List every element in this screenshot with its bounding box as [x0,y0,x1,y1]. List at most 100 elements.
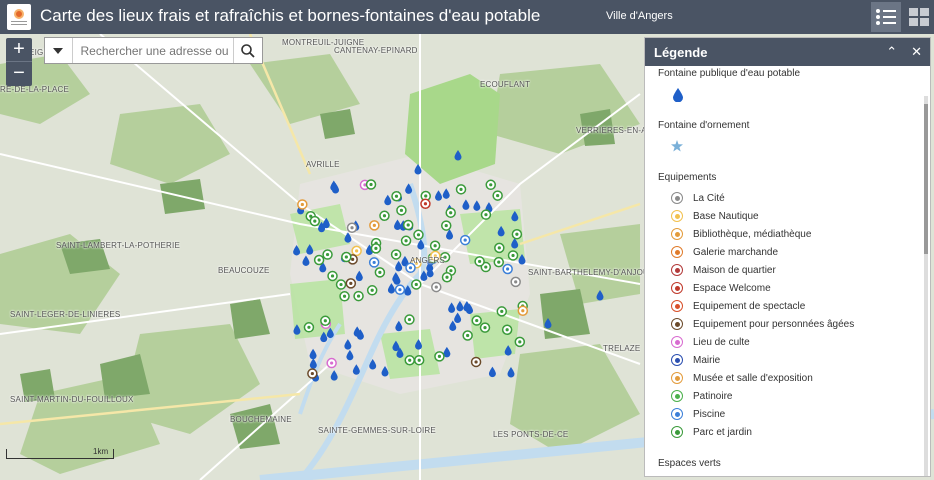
equipment-marker-dot [466,333,470,338]
legend-fontaine-ornement: Fontaine d'ornement [658,120,750,131]
equipment-icon [671,192,683,204]
equipment-icon [671,228,683,240]
place-label: BEAUCOUZE [218,266,270,275]
equipment-marker-dot [407,317,412,322]
equipment-marker-dot [496,193,500,198]
legend-item: Mairie [671,352,720,368]
equipment-marker-dot [408,266,413,270]
equipment-marker-dot [489,183,493,187]
equipment-marker-dot [423,202,428,206]
legend-item: La Cité [671,190,725,206]
equipment-marker-dot [511,253,515,258]
place-label: RE-DE-LA-PLACE [0,85,70,94]
equipment-marker-dot [433,244,437,248]
legend-item: Galerie marchande [671,244,778,260]
legend-item-label: Musée et salle d'exposition [693,372,813,384]
place-label: SAINT-LEGER-DE-LINIERES [10,310,121,319]
search-input[interactable] [72,43,233,58]
equipment-marker-dot [313,219,317,223]
legend-item: Piscine [671,406,725,422]
equipment-marker-dot [355,249,359,253]
equipment-marker-dot [505,328,509,332]
legend-item-label: Equipement de spectacle [693,300,806,312]
equipment-marker-dot [408,358,412,362]
basemap-gallery-button[interactable] [904,2,934,32]
equipment-icon [671,408,683,420]
legend-scroll-thumb[interactable] [924,104,928,254]
equipment-marker-dot [369,182,373,187]
legend-panel: Légende ⌃ ✕ Fontaine publique d'eau pota… [644,37,931,477]
legend-item-label: Base Nautique [693,210,759,222]
legend-scrollbar[interactable] [924,96,928,476]
place-label: ANGERS [410,256,445,265]
legend-item-label: Patinoire [693,390,733,402]
zoom-control[interactable]: + − [6,38,32,86]
search-widget[interactable] [44,37,263,64]
legend-item-label: Galerie marchande [693,246,779,258]
search-icon [240,43,255,58]
equipment-icon [671,336,683,348]
place-label: CANTENAY-EPINARD [334,46,418,55]
equipment-marker-dot [437,354,442,358]
equipment-marker-dot [414,282,418,287]
fountain-marker[interactable] [507,366,515,378]
equipment-marker-dot [449,269,453,273]
equipment-marker-dot [325,252,330,257]
legend-item-label: La Cité [693,192,725,204]
equipment-marker-dot [372,223,376,227]
page-title: Carte des lieux frais et rafraîchis et b… [40,6,541,25]
equipment-marker-dot [406,223,410,227]
grid-icon [909,8,929,26]
legend-title: Légende [654,44,708,60]
legend-item: Lieu de culte [671,334,750,350]
search-button[interactable] [232,38,262,63]
zoom-in-button[interactable]: + [6,38,32,62]
legend-item: Musée et salle d'exposition [671,370,813,386]
legend-item: Parc et jardin [671,424,752,440]
legend-item-label: Lieu de culte [693,336,750,348]
equipment-marker-dot [317,258,321,262]
legend-fontaine-publique: Fontaine publique d'eau potable [658,68,801,79]
legend-toggle-button[interactable] [871,2,901,32]
equipment-icon [671,372,683,384]
equipment-marker-dot [382,214,387,218]
equipment-marker-dot [330,274,335,278]
equipment-marker-dot [497,260,501,264]
equipment-marker-dot [449,211,453,215]
legend-body[interactable]: Fontaine publique d'eau potable Fontaine… [645,66,930,476]
scale-label: 1km [93,447,109,456]
equipment-marker-dot [475,318,479,323]
equipment-marker-dot [300,202,304,207]
caret-down-icon [53,47,64,54]
equipment-marker-dot [483,326,487,330]
equipment-marker-dot [307,325,311,329]
equipment-icon [671,426,683,438]
legend-close-button[interactable]: ✕ [911,44,922,60]
legend-espaces-verts: Espaces verts [658,458,721,469]
equipment-marker-dot [506,267,510,271]
place-label: SAINT-MARTIN-DU-FOUILLOUX [10,395,134,404]
equipment-marker-dot [398,288,402,292]
legend-item: Equipement pour personnées âgées [671,316,854,332]
equipment-marker-dot [372,260,376,265]
place-label: AVRILLE [306,160,340,169]
legend-item-label: Espace Welcome [693,282,771,294]
legend-item: Base Nautique [671,208,759,224]
equipment-marker-dot [342,294,347,298]
zoom-out-button[interactable]: − [6,62,32,86]
equipment-icon [671,390,683,402]
equipment-marker-dot [378,270,382,274]
equipment-marker-dot [399,208,404,212]
legend-equipements-title: Equipements [658,172,717,183]
equipment-marker-dot [344,255,348,259]
legend-collapse-button[interactable]: ⌃ [886,44,897,60]
equipment-marker-dot [374,246,378,250]
search-source-dropdown[interactable] [45,38,73,63]
equipment-marker-dot [444,223,448,228]
equipment-marker-dot [330,361,334,365]
equipment-marker-dot [394,252,398,257]
equipment-marker-dot [394,194,399,198]
equipment-marker-dot [350,226,354,230]
equipment-icon [671,300,683,312]
legend-item: Patinoire [671,388,732,404]
